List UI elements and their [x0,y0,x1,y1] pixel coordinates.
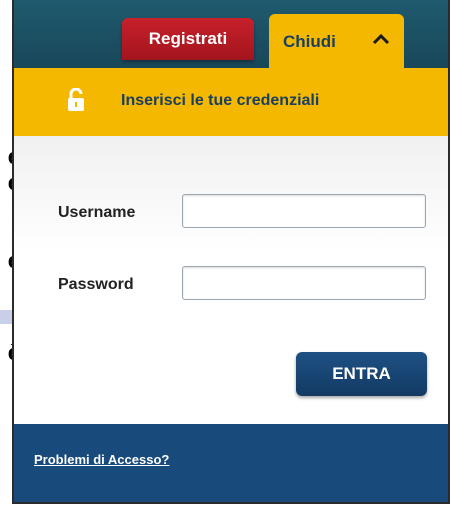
password-label: Password [58,276,134,293]
chevron-up-icon[interactable] [365,24,397,54]
lock-icon [66,87,86,112]
login-form: Username Password ENTRA [14,136,448,424]
close-tab[interactable]: Chiudi [269,14,404,68]
register-button[interactable]: Registrati [122,18,254,60]
header-bar: Registrati Chiudi [14,0,448,68]
credentials-heading: Inserisci le tue credenziali [121,92,320,109]
password-input[interactable] [182,266,426,300]
access-problems-link[interactable]: Problemi di Accesso? [34,452,169,467]
username-input[interactable] [182,194,426,228]
credentials-banner: Inserisci le tue credenziali [14,68,448,136]
username-label: Username [58,204,136,221]
login-panel: Registrati Chiudi Inserisci le tue crede… [12,0,450,504]
submit-button[interactable]: ENTRA [296,352,427,396]
footer-bar: Problemi di Accesso? [14,424,448,502]
close-tab-label: Chiudi [283,32,336,51]
